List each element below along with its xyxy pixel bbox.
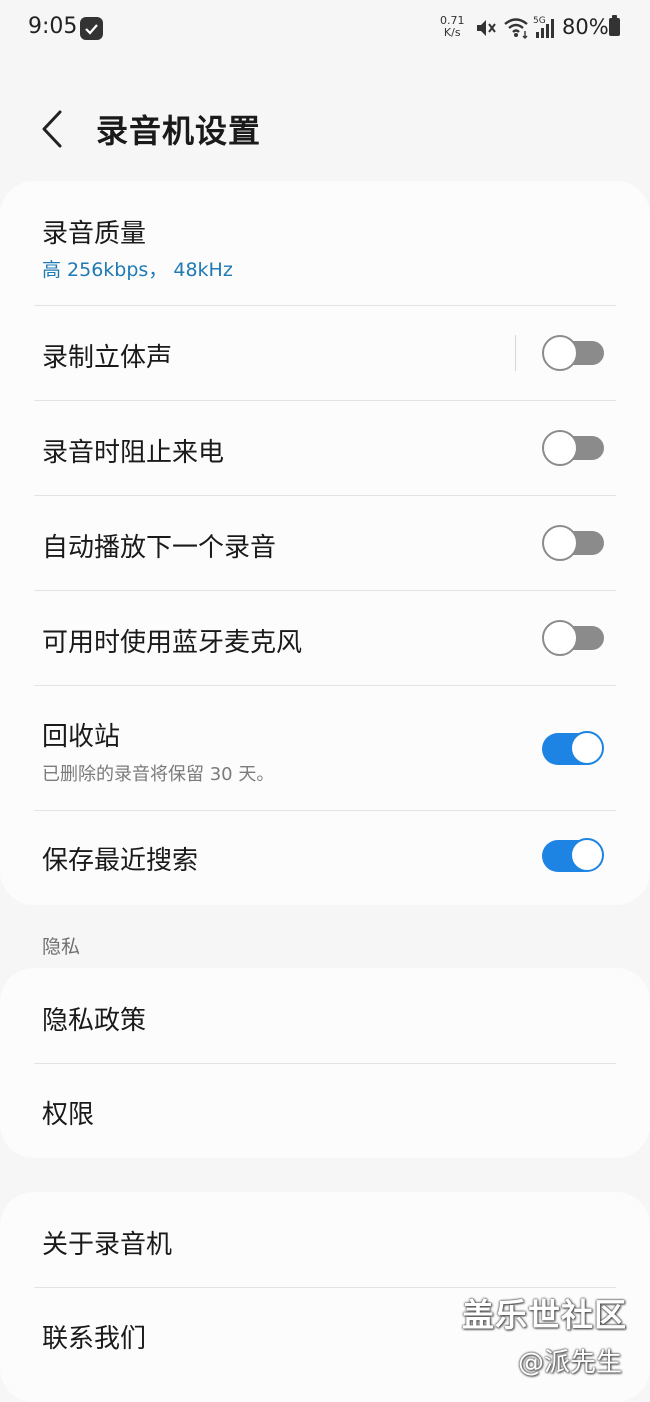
cellular-signal-icon: 5G <box>532 14 558 44</box>
network-speed: 0.71 K/s <box>440 15 465 39</box>
setting-label: 录音质量 <box>42 219 147 249</box>
recycle-bin-toggle[interactable] <box>542 731 604 767</box>
about-recorder-item[interactable]: 关于录音机 <box>0 1192 650 1287</box>
save-searches-toggle[interactable] <box>542 838 604 874</box>
setting-label: 保存最近搜索 <box>42 846 199 876</box>
setting-autoplay-next[interactable]: 自动播放下一个录音 <box>0 496 650 590</box>
block-calls-toggle[interactable] <box>542 430 604 466</box>
permissions-item[interactable]: 权限 <box>0 1064 650 1158</box>
setting-value: 高 256kbps， 48kHz <box>42 259 233 281</box>
app-header: 录音机设置 <box>0 92 650 168</box>
section-header-privacy: 隐私 <box>42 936 81 958</box>
page-title: 录音机设置 <box>96 112 262 150</box>
setting-label: 录制立体声 <box>42 343 173 373</box>
watermark-main: 盖乐世社区 <box>462 1296 628 1334</box>
setting-save-recent-searches[interactable]: 保存最近搜索 <box>0 811 650 905</box>
wifi-icon <box>503 15 531 43</box>
setting-block-calls[interactable]: 录音时阻止来电 <box>0 401 650 495</box>
setting-stereo-recording[interactable]: 录制立体声 <box>0 306 650 400</box>
network-speed-unit: K/s <box>443 26 461 39</box>
network-type: 5G <box>533 16 546 26</box>
item-label: 关于录音机 <box>42 1230 173 1260</box>
notification-app-icon <box>80 17 103 40</box>
status-time: 9:05 <box>28 14 78 39</box>
battery-icon <box>609 15 620 36</box>
item-label: 联系我们 <box>42 1324 147 1354</box>
back-button[interactable] <box>30 104 80 154</box>
setting-recycle-bin[interactable]: 回收站 已删除的录音将保留 30 天。 <box>0 686 650 810</box>
stereo-toggle[interactable] <box>542 335 604 371</box>
item-label: 权限 <box>42 1100 95 1130</box>
autoplay-toggle[interactable] <box>542 525 604 561</box>
setting-label: 回收站 <box>42 722 121 752</box>
setting-bluetooth-mic[interactable]: 可用时使用蓝牙麦克风 <box>0 591 650 685</box>
mute-icon <box>474 17 496 43</box>
settings-card: 录音质量 高 256kbps， 48kHz 录制立体声 录音时阻止来电 自动播放… <box>0 181 650 905</box>
item-label: 隐私政策 <box>42 1006 147 1036</box>
vertical-divider <box>515 335 516 371</box>
setting-label: 自动播放下一个录音 <box>42 533 277 563</box>
status-bar: 9:05 0.71 K/s 5G 80% <box>0 0 650 56</box>
battery-percentage: 80% <box>562 15 609 39</box>
watermark: 盖乐世社区 @派先生 <box>462 1290 628 1378</box>
setting-label: 录音时阻止来电 <box>42 438 225 468</box>
bluetooth-mic-toggle[interactable] <box>542 620 604 656</box>
setting-recording-quality[interactable]: 录音质量 高 256kbps， 48kHz <box>0 181 650 305</box>
watermark-sub: @派先生 <box>518 1348 623 1378</box>
chevron-left-icon <box>42 110 62 148</box>
setting-label: 可用时使用蓝牙麦克风 <box>42 628 303 658</box>
setting-description: 已删除的录音将保留 30 天。 <box>42 764 275 785</box>
privacy-policy-item[interactable]: 隐私政策 <box>0 968 650 1063</box>
privacy-card: 隐私政策 权限 <box>0 968 650 1158</box>
